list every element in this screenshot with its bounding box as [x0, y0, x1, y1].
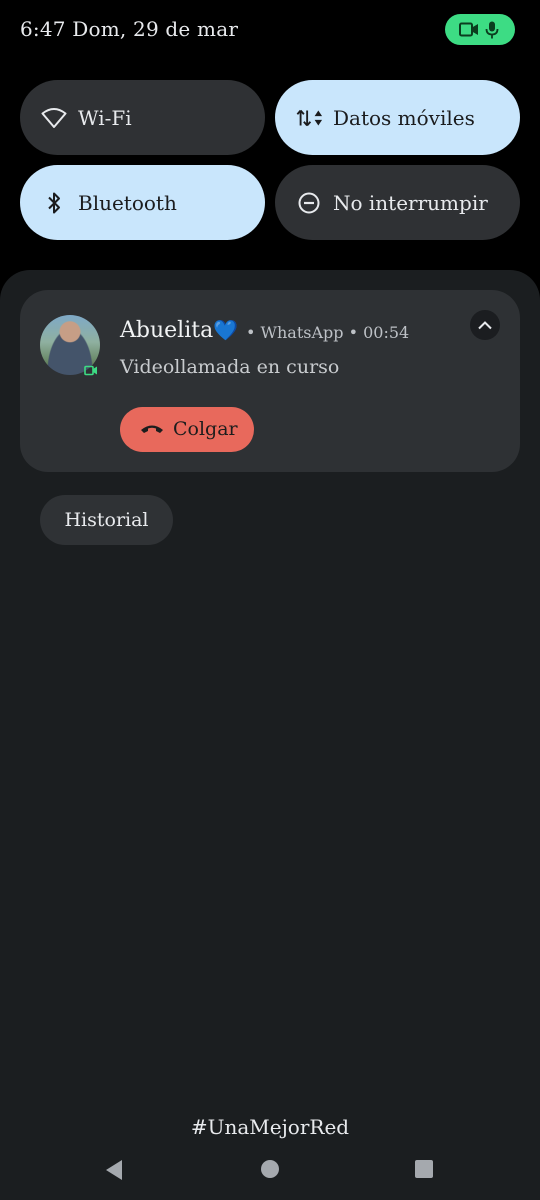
recents-icon[interactable]	[415, 1160, 433, 1178]
do-not-disturb-icon	[295, 189, 323, 217]
tile-mobile-data[interactable]: Datos móviles	[275, 80, 520, 155]
hang-up-label: Colgar	[173, 418, 238, 440]
tile-label: Wi-Fi	[78, 105, 132, 130]
tile-label: No interrumpir	[333, 190, 488, 215]
home-icon[interactable]	[261, 1160, 279, 1178]
microphone-icon	[485, 21, 499, 43]
history-button[interactable]: Historial	[40, 495, 173, 545]
call-notification[interactable]: Abuelita💙 • WhatsApp • 00:54 Videollamad…	[20, 290, 520, 472]
mobile-data-icon	[295, 104, 323, 132]
tile-label: Datos móviles	[333, 105, 475, 130]
status-time-date: 6:47 Dom, 29 de mar	[20, 17, 239, 41]
caller-name: Abuelita	[120, 318, 214, 343]
hang-up-phone-icon	[140, 420, 164, 439]
privacy-indicator-chip[interactable]	[445, 14, 515, 45]
collapse-button[interactable]	[470, 310, 500, 340]
video-camera-icon	[459, 22, 479, 41]
navigation-bar	[0, 1150, 540, 1190]
back-icon[interactable]	[104, 1159, 124, 1185]
status-bar: 6:47 Dom, 29 de mar	[0, 0, 540, 62]
carrier-text: #UnaMejorRed	[190, 1115, 350, 1139]
chevron-up-icon	[478, 321, 492, 330]
bluetooth-icon	[40, 189, 68, 217]
blue-heart-emoji: 💙	[213, 318, 239, 342]
hang-up-button[interactable]: Colgar	[120, 407, 254, 452]
video-call-badge-icon	[84, 361, 98, 380]
notification-title: Abuelita💙	[120, 318, 238, 343]
notification-app-time: • WhatsApp • 00:54	[246, 323, 410, 342]
tile-bluetooth[interactable]: Bluetooth	[20, 165, 265, 240]
notification-text: Videollamada en curso	[120, 356, 340, 378]
wifi-icon	[40, 104, 68, 132]
tile-wifi[interactable]: Wi-Fi	[20, 80, 265, 155]
tile-label: Bluetooth	[78, 190, 177, 215]
tile-do-not-disturb[interactable]: No interrumpir	[275, 165, 520, 240]
